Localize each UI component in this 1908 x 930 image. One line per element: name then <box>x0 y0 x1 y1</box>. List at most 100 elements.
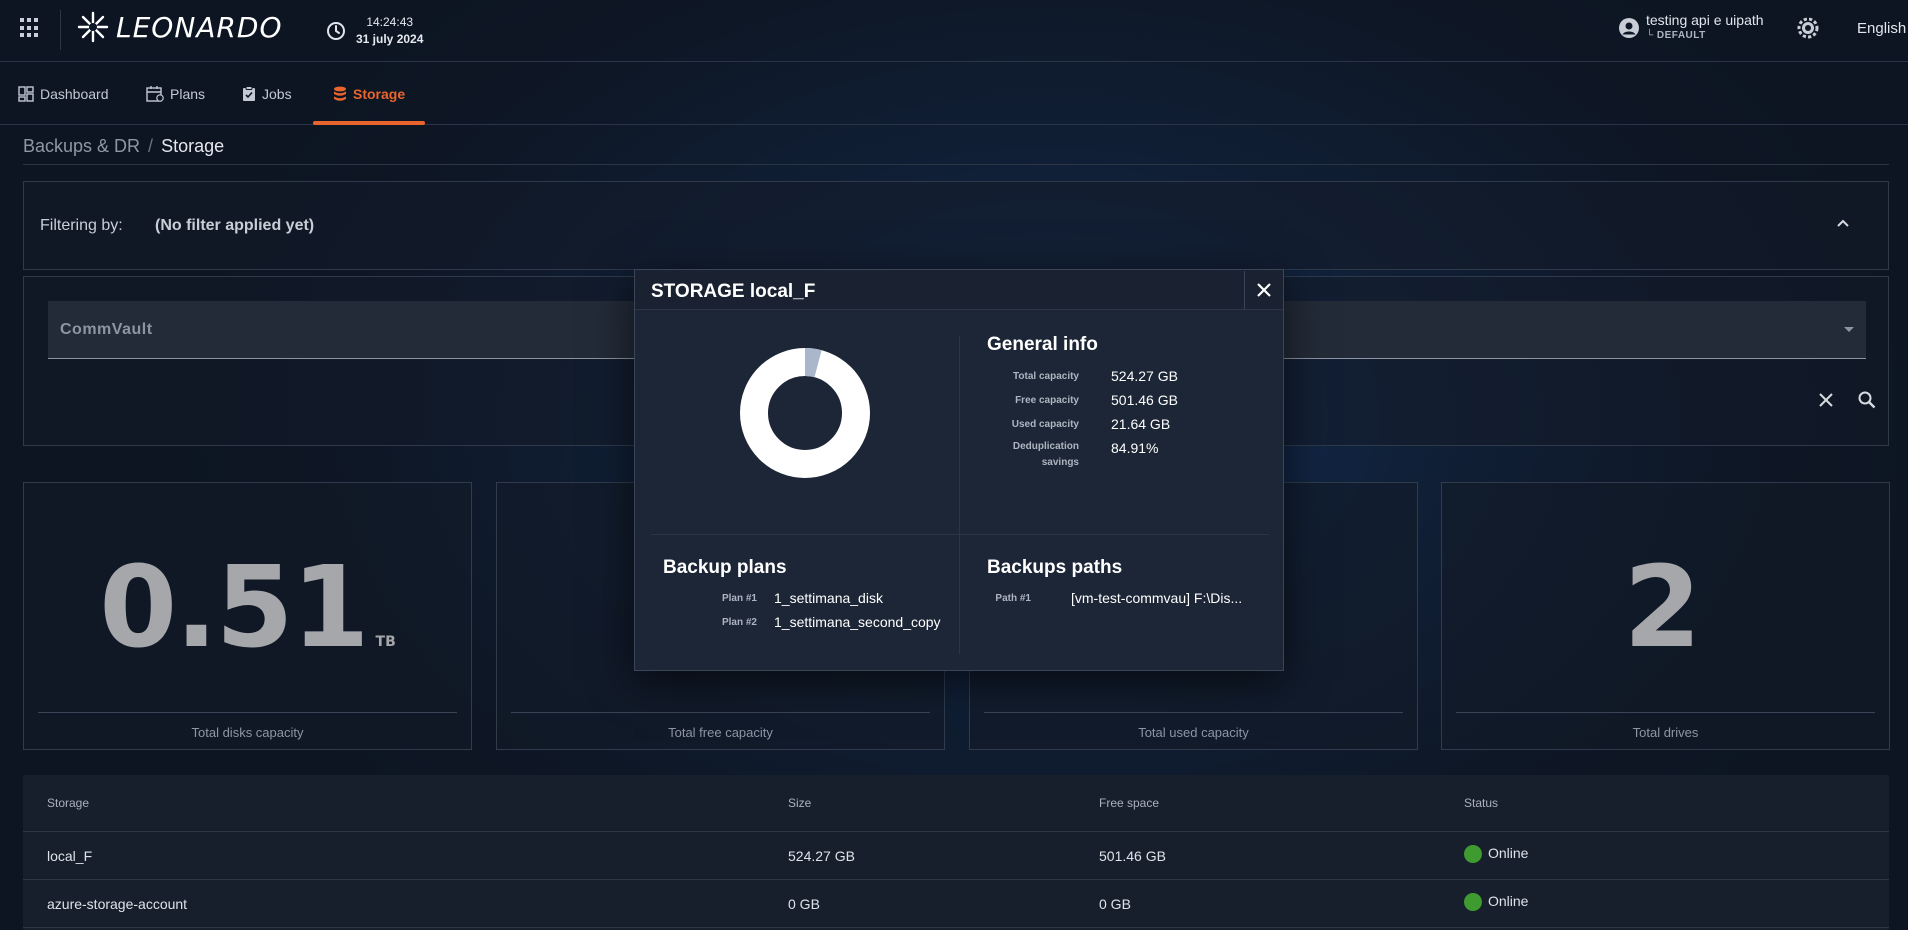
table-row[interactable]: local_F 524.27 GB 501.46 GB Online <box>23 832 1889 880</box>
theme-toggle-icon[interactable] <box>1796 16 1820 45</box>
capacity-donut-chart <box>740 348 870 478</box>
kpi-unit: TB <box>375 634 396 650</box>
path-key: Path #1 <box>995 593 1031 604</box>
tab-plans[interactable]: Plans <box>146 62 205 125</box>
filter-value: (No filter applied yet) <box>155 217 315 234</box>
user-menu[interactable]: testing api e uipath └ DEFAULT <box>1618 12 1764 41</box>
general-info-title: General info <box>987 334 1098 355</box>
current-time: 14:24:43 <box>366 15 414 29</box>
close-button[interactable] <box>1244 271 1282 309</box>
current-date: 31 july 2024 <box>356 32 424 46</box>
breadcrumb-parent[interactable]: Backups & DR <box>23 136 140 156</box>
dedup-value: 84.91% <box>1111 440 1159 456</box>
cell-status: Online <box>1464 845 1528 864</box>
close-icon <box>1256 283 1271 297</box>
search-icon[interactable] <box>1858 391 1876 409</box>
plan-key: Plan #1 <box>721 593 757 604</box>
column-header-status[interactable]: Status <box>1464 796 1498 810</box>
plan-value[interactable]: 1_settimana_disk <box>774 590 883 606</box>
free-capacity-value: 501.46 GB <box>1111 392 1178 408</box>
kpi-card-total-drives: 2 Total drives <box>1441 482 1890 750</box>
tab-dashboard[interactable]: Dashboard <box>18 62 109 125</box>
cell-storage: local_F <box>47 848 93 864</box>
tab-label: Plans <box>170 85 206 102</box>
chevron-up-icon[interactable] <box>1836 218 1850 228</box>
path-value: [vm-test-commvau] F:\Dis... <box>1071 590 1243 606</box>
status-online-dot <box>1464 893 1482 912</box>
kpi-label: Total free capacity <box>668 725 773 740</box>
divider <box>511 712 930 713</box>
kpi-value: 0.51 TB <box>99 543 396 673</box>
used-capacity-label: Used capacity <box>1011 419 1079 430</box>
calendar-icon <box>146 85 164 102</box>
cell-status: Online <box>1464 893 1528 912</box>
brand-name: LEONARDO <box>116 10 283 44</box>
divider <box>1456 712 1875 713</box>
kpi-label: Total disks capacity <box>191 725 304 740</box>
user-name: testing api e uipath <box>1646 12 1764 28</box>
table-header: Storage Size Free space Status <box>23 775 1889 832</box>
plan-key: Plan #2 <box>721 617 757 628</box>
cell-size: 0 GB <box>788 896 820 912</box>
cell-size: 524.27 GB <box>788 848 855 864</box>
account-circle-icon <box>1619 18 1639 38</box>
leonardo-logo-icon <box>77 11 109 43</box>
used-capacity-value: 21.64 GB <box>1111 416 1171 432</box>
kpi-label: Total used capacity <box>1138 725 1249 740</box>
total-capacity-value: 524.27 GB <box>1111 368 1178 384</box>
status-online-dot <box>1464 845 1482 864</box>
free-capacity-label: Free capacity <box>1015 395 1079 406</box>
storage-detail-modal: STORAGE local_F General info Total capac… <box>634 269 1284 671</box>
column-header-storage[interactable]: Storage <box>47 796 89 810</box>
storage-table: Storage Size Free space Status local_F 5… <box>23 775 1889 930</box>
tab-label: Dashboard <box>40 85 109 102</box>
divider <box>60 10 61 50</box>
divider <box>959 336 960 654</box>
tab-label: Storage <box>353 85 406 102</box>
cell-free-space: 501.46 GB <box>1099 848 1166 864</box>
main-nav: Dashboard Plans Jobs Storage <box>0 62 1908 125</box>
active-tab-indicator <box>313 121 425 125</box>
breadcrumb-separator: / <box>148 136 154 156</box>
dedup-label-line-2: savings <box>1041 457 1079 468</box>
modal-title: STORAGE local_F <box>651 281 816 302</box>
dashboard-icon <box>18 85 34 102</box>
clipboard-check-icon <box>243 85 255 101</box>
tab-label: Jobs <box>262 85 292 102</box>
select-value: CommVault <box>60 321 153 338</box>
donut-free-segment <box>740 348 870 478</box>
column-header-free-space[interactable]: Free space <box>1099 796 1159 810</box>
database-icon <box>334 86 346 101</box>
divider <box>38 712 457 713</box>
caret-down-icon <box>1844 327 1854 332</box>
total-capacity-label: Total capacity <box>1013 371 1079 382</box>
top-bar: LEONARDO 14:24:43 31 july 2024 testing a… <box>0 0 1908 62</box>
brand-logo[interactable]: LEONARDO <box>76 10 282 44</box>
tab-storage[interactable]: Storage <box>333 62 405 125</box>
language-selector[interactable]: English <box>1857 20 1906 37</box>
divider <box>984 712 1403 713</box>
kpi-label: Total drives <box>1632 725 1699 740</box>
clock-icon <box>327 22 345 40</box>
tab-jobs[interactable]: Jobs <box>242 62 292 125</box>
kpi-value: 2 <box>1623 543 1702 673</box>
breadcrumb-current: Storage <box>161 136 225 156</box>
backup-paths-title: Backups paths <box>987 557 1123 578</box>
filter-label: Filtering by: <box>40 217 123 234</box>
backup-plans-title: Backup plans <box>663 557 787 578</box>
cell-storage: azure-storage-account <box>47 896 188 912</box>
breadcrumb: Backups & DR / Storage <box>23 136 224 157</box>
divider <box>23 164 1889 165</box>
plan-value[interactable]: 1_settimana_second_copy <box>774 614 941 630</box>
modal-header: STORAGE local_F <box>635 270 1283 310</box>
table-row[interactable]: azure-storage-account 0 GB 0 GB Online <box>23 880 1889 928</box>
cell-free-space: 0 GB <box>1099 896 1131 912</box>
user-tenant: └ DEFAULT <box>1646 30 1706 41</box>
column-header-size[interactable]: Size <box>788 796 811 810</box>
close-icon[interactable] <box>1818 392 1834 408</box>
clock: 14:24:43 31 july 2024 <box>326 14 423 48</box>
divider <box>651 534 1269 535</box>
filter-panel: Filtering by: (No filter applied yet) <box>23 181 1889 270</box>
apps-grid-icon[interactable] <box>20 18 40 38</box>
kpi-card-total-capacity: 0.51 TB Total disks capacity <box>23 482 472 750</box>
